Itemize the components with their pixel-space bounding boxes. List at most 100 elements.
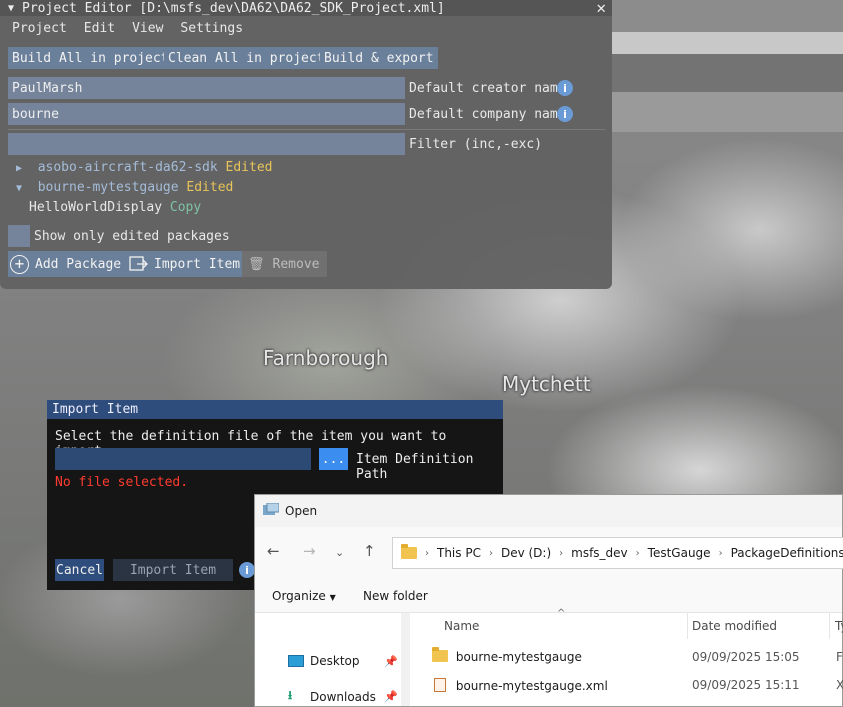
xml-file-icon [434,678,446,692]
background-panel-strip [612,92,843,132]
new-folder-button[interactable]: New folder [363,589,428,603]
breadcrumb-msfs-dev[interactable]: msfs_dev [571,546,628,560]
map-label-mytchett: Mytchett [502,372,591,396]
background-panel-strip [612,54,843,92]
menu-project[interactable]: Project [12,21,67,36]
collapse-triangle-icon[interactable]: ▼ [8,3,14,14]
show-edited-checkbox[interactable] [8,225,30,247]
add-package-label: Add Package [35,256,122,272]
remove-label: Remove [272,256,320,272]
tree-item-asset[interactable]: HelloWorldDisplay Copy [29,200,201,215]
file-date: 09/09/2025 15:11 [692,678,800,692]
menu-settings[interactable]: Settings [180,21,243,36]
project-editor-menubar: Project Edit View Settings [0,16,612,40]
info-icon[interactable]: i [557,80,573,96]
asset-name[interactable]: HelloWorldDisplay [29,200,162,215]
info-icon[interactable]: i [239,562,255,578]
edited-badge: Edited [186,180,234,195]
desktop-icon [288,655,304,667]
company-name-input[interactable]: bourne [8,103,405,125]
pin-icon[interactable]: 📌 [384,655,398,668]
column-divider[interactable] [829,613,830,639]
sort-ascending-icon: ^ [557,608,566,619]
plus-circle-icon: + [10,254,29,274]
expand-triangle-icon[interactable]: ▶ [16,163,22,174]
chevron-right-icon: › [488,547,493,559]
file-list: Name ^ Date modified Ty bourne-mytestgau… [411,608,843,706]
nav-item-desktop[interactable]: Desktop 📌 [288,654,398,668]
forward-arrow-icon[interactable]: → [303,542,316,560]
import-item-button[interactable]: Import Item [125,251,245,277]
background-panel-strip [612,0,843,32]
divider [8,129,605,130]
company-name-label: Default company name [409,107,566,122]
show-edited-label: Show only edited packages [34,229,230,244]
column-header-date[interactable]: Date modified [692,619,777,633]
collapse-triangle-icon[interactable]: ▼ [16,183,22,194]
item-definition-path-label: Item Definition Path [356,452,474,482]
nav-item-label: Desktop [310,654,360,668]
file-row[interactable]: bourne-mytestgauge.xml 09/09/2025 15:11 … [434,678,843,693]
up-arrow-icon[interactable]: ↑ [363,542,376,560]
breadcrumb-dev-drive[interactable]: Dev (D:) [501,546,551,560]
browse-button[interactable]: ... [319,448,348,470]
breadcrumb-packagedefinitions[interactable]: PackageDefinitions [731,546,843,560]
project-editor-window: ▼ Project Editor [D:\msfs_dev\DA62\DA62_… [0,0,612,289]
file-name: bourne-mytestgauge [455,650,582,664]
build-export-button[interactable]: Build & export [320,47,438,69]
chevron-right-icon: › [718,547,723,559]
file-row[interactable]: bourne-mytestgauge 09/09/2025 15:05 F [432,647,843,664]
app-icon [263,502,280,517]
project-editor-titlebar[interactable]: ▼ Project Editor [D:\msfs_dev\DA62\DA62_… [0,0,612,17]
creator-name-input[interactable]: PaulMarsh [8,77,405,99]
add-package-button[interactable]: + Add Package [8,251,126,277]
navigation-bar: ← → ⌄ ↑ › This PC › Dev (D:) › msfs_dev … [255,527,843,581]
column-header-type[interactable]: Ty [835,619,843,633]
nav-item-label: Downloads [310,689,376,704]
file-date: 09/09/2025 15:05 [692,650,800,664]
import-item-label: Import Item [154,256,241,272]
open-dialog-titlebar[interactable]: Open [255,495,842,527]
cancel-button[interactable]: Cancel [55,559,104,581]
breadcrumb-testgauge[interactable]: TestGauge [648,546,711,560]
column-header-name[interactable]: Name [444,619,479,633]
column-header-row: Name ^ Date modified Ty [411,608,843,639]
column-divider[interactable] [687,613,688,639]
folder-icon [432,647,448,662]
recent-locations-chevron-icon[interactable]: ⌄ [335,546,344,559]
file-type: F [836,650,843,664]
menu-edit[interactable]: Edit [84,21,115,36]
package-name[interactable]: bourne-mytestgauge [38,180,179,195]
back-arrow-icon[interactable]: ← [267,542,280,560]
tree-item-package[interactable]: ▶ asobo-aircraft-da62-sdk Edited [16,160,273,175]
organize-label: Organize [272,589,326,603]
clean-all-button[interactable]: Clean All in project [164,47,329,69]
info-icon[interactable]: i [557,106,573,122]
edited-badge: Edited [225,160,273,175]
filter-input[interactable] [8,133,405,155]
address-bar[interactable]: › This PC › Dev (D:) › msfs_dev › TestGa… [392,537,843,569]
copy-badge: Copy [169,200,202,215]
organize-button[interactable]: Organize ▼ [272,589,336,603]
navigation-scrollbar[interactable] [401,613,410,706]
open-dialog-title: Open [285,504,318,518]
import-item-confirm-button[interactable]: Import Item [113,559,233,581]
file-name: bourne-mytestgauge.xml [455,679,608,693]
background-panel-strip [612,32,843,54]
import-dialog-title[interactable]: Import Item [47,400,503,419]
item-definition-path-input[interactable] [55,448,311,470]
breadcrumb-this-pc[interactable]: This PC [437,546,481,560]
map-label-farnborough: Farnborough [263,346,389,370]
build-all-button[interactable]: Build All in project [8,47,173,69]
remove-button[interactable]: 🗑 Remove [242,251,328,277]
import-icon [129,255,149,273]
tree-item-package[interactable]: ▼ bourne-mytestgauge Edited [16,180,233,195]
dialog-toolbar: Organize ▼ New folder [255,581,842,613]
package-name[interactable]: asobo-aircraft-da62-sdk [38,160,218,175]
trash-icon: 🗑 [248,256,265,272]
close-icon[interactable]: ✕ [596,0,606,17]
dropdown-arrow-icon: ▼ [329,593,336,602]
menu-view[interactable]: View [132,21,163,36]
pin-icon[interactable]: 📌 [384,690,398,703]
nav-item-downloads[interactable]: ⭳ Downloads 📌 [288,686,398,707]
